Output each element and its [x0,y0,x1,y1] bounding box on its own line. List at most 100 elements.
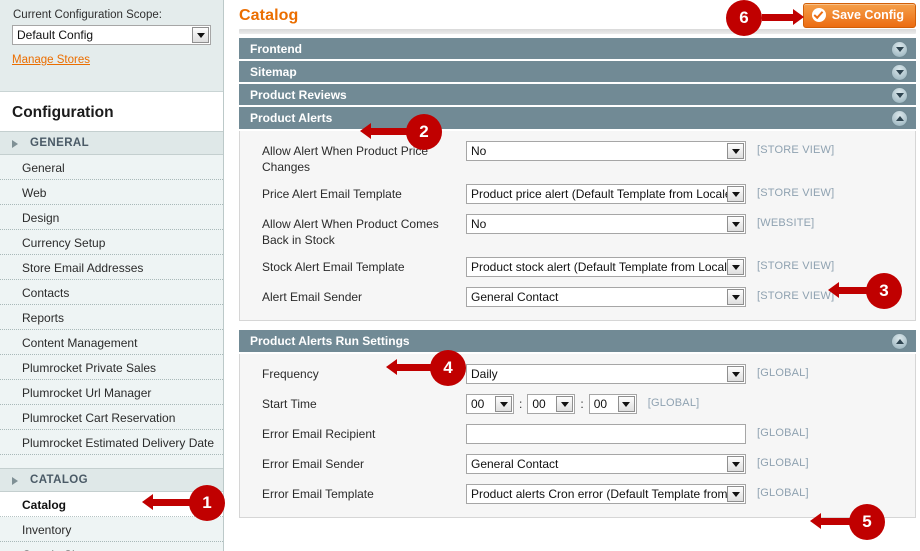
chevron-up-icon[interactable] [891,333,908,350]
start-time-hours-select[interactable]: 00 [466,394,514,414]
field-label: Error Email Sender [262,457,365,471]
main-content: Catalog Save Config Frontend Sitemap Pro… [225,0,920,551]
chevron-down-icon[interactable] [891,64,908,81]
select-value: Product price alert (Default Template fr… [471,187,727,201]
chevron-down-icon[interactable] [727,289,744,305]
save-config-button[interactable]: Save Config [802,3,916,28]
section-sitemap[interactable]: Sitemap [239,61,916,84]
select-value: General Contact [471,290,559,304]
chevron-down-icon[interactable] [727,259,744,275]
chevron-down-icon[interactable] [727,456,744,472]
scope-label: Current Configuration Scope: [13,9,162,21]
save-config-label: Save Config [831,8,904,22]
time-separator: : [519,397,523,411]
sidebar-item-plumrocket-url-manager[interactable]: Plumrocket Url Manager [0,380,223,405]
allow-alert-price-changes-select[interactable]: No [466,141,746,161]
check-circle-icon [811,8,826,22]
field-frequency: Frequency Daily [GLOBAL] [240,364,915,385]
price-alert-email-template-select[interactable]: Product price alert (Default Template fr… [466,184,746,204]
scope-frequency: [GLOBAL] [757,367,809,379]
field-label: Error Email Template [262,487,374,501]
field-label: Allow Alert When Product Comes Back in S… [262,217,439,247]
sidebar-item-web[interactable]: Web [0,180,223,205]
sidebar-group-divider [0,455,223,468]
sidebar-item-plumrocket-private-sales[interactable]: Plumrocket Private Sales [0,355,223,380]
section-frontend[interactable]: Frontend [239,38,916,61]
field-control: 00 : 00 : 00 [466,394,637,414]
header-divider [239,29,916,34]
field-label: Price Alert Email Template [262,187,402,201]
field-control: Daily [466,364,746,384]
stock-alert-email-template-select[interactable]: Product stock alert (Default Template fr… [466,257,746,277]
chevron-down-icon[interactable] [727,216,744,232]
chevron-down-icon[interactable] [495,396,512,412]
scope-select[interactable]: Default Config [12,25,211,45]
sidebar-item-google-sitemap[interactable]: Google Sitemap [0,542,223,551]
section-product-alerts[interactable]: Product Alerts [239,107,916,131]
scope-alert-email-sender: [STORE VIEW] [757,290,835,302]
chevron-down-icon[interactable] [617,396,635,412]
chevron-down-icon[interactable] [891,41,908,58]
select-value: No [471,144,487,158]
field-control: Product stock alert (Default Template fr… [466,257,746,277]
field-label: Error Email Recipient [262,427,376,441]
scope-error-email-recipient: [GLOBAL] [757,427,809,439]
sidebar: Current Configuration Scope: Default Con… [0,0,224,551]
page-header: Catalog Save Config [225,0,920,38]
field-control [466,424,746,444]
section-product-alerts-label: Product Alerts [250,111,333,125]
chevron-down-icon[interactable] [727,486,744,502]
field-alert-email-sender: Alert Email Sender General Contact [STOR… [240,287,915,308]
sidebar-item-plumrocket-estimated-delivery-date[interactable]: Plumrocket Estimated Delivery Date [0,430,223,455]
alert-email-sender-select[interactable]: General Contact [466,287,746,307]
select-value: General Contact [471,457,559,471]
scope-error-email-template: [GLOBAL] [757,487,809,499]
select-value: Product alerts Cron error (Default Templ… [471,487,727,501]
start-time-minutes-select[interactable]: 00 [527,394,576,414]
field-label: Alert Email Sender [262,290,363,304]
sidebar-group-catalog-label: CATALOG [30,474,88,486]
error-email-recipient-input[interactable] [466,424,746,444]
chevron-down-icon[interactable] [727,143,744,159]
section-product-reviews[interactable]: Product Reviews [239,84,916,107]
sidebar-item-design[interactable]: Design [0,205,223,230]
sidebar-item-plumrocket-cart-reservation[interactable]: Plumrocket Cart Reservation [0,405,223,430]
start-time-seconds-select[interactable]: 00 [588,394,637,414]
sidebar-item-reports[interactable]: Reports [0,305,223,330]
scope-price-alert-email-template: [STORE VIEW] [757,187,835,199]
sidebar-group-general[interactable]: GENERAL [0,131,223,155]
section-product-alerts-body: Allow Alert When Product Price Changes N… [239,131,916,321]
field-control: Product price alert (Default Template fr… [466,184,746,204]
sidebar-item-contacts[interactable]: Contacts [0,280,223,305]
select-value: Daily [471,367,498,381]
manage-stores-link[interactable]: Manage Stores [12,54,90,66]
sidebar-item-currency-setup[interactable]: Currency Setup [0,230,223,255]
sidebar-item-store-email-addresses[interactable]: Store Email Addresses [0,255,223,280]
annotation-3-badge: 3 [866,273,902,309]
chevron-down-icon[interactable] [192,27,209,43]
config-sections: Frontend Sitemap Product Reviews Product… [225,38,920,518]
chevron-down-icon[interactable] [556,396,574,412]
chevron-down-icon[interactable] [727,366,744,382]
magento-config-page: Current Configuration Scope: Default Con… [0,0,920,551]
scope-start-time: [GLOBAL] [647,397,700,409]
sidebar-item-inventory[interactable]: Inventory [0,517,223,542]
triangle-right-icon [12,477,18,485]
allow-alert-back-in-stock-select[interactable]: No [466,214,746,234]
section-product-alerts-run-settings[interactable]: Product Alerts Run Settings [239,330,916,354]
select-value: 00 [471,397,485,411]
sidebar-item-content-management[interactable]: Content Management [0,330,223,355]
frequency-select[interactable]: Daily [466,364,746,384]
annotation-4-badge: 4 [430,350,466,386]
annotation-4-arrow [386,359,434,375]
chevron-up-icon[interactable] [891,110,908,127]
field-control: General Contact [466,287,746,307]
sidebar-item-general[interactable]: General [0,155,223,180]
chevron-down-icon[interactable] [727,186,744,202]
chevron-down-icon[interactable] [891,87,908,104]
error-email-sender-select[interactable]: General Contact [466,454,746,474]
error-email-template-select[interactable]: Product alerts Cron error (Default Templ… [466,484,746,504]
sidebar-group-catalog[interactable]: CATALOG [0,468,223,492]
field-price-alert-email-template: Price Alert Email Template Product price… [240,184,915,205]
section-product-reviews-label: Product Reviews [250,88,347,102]
